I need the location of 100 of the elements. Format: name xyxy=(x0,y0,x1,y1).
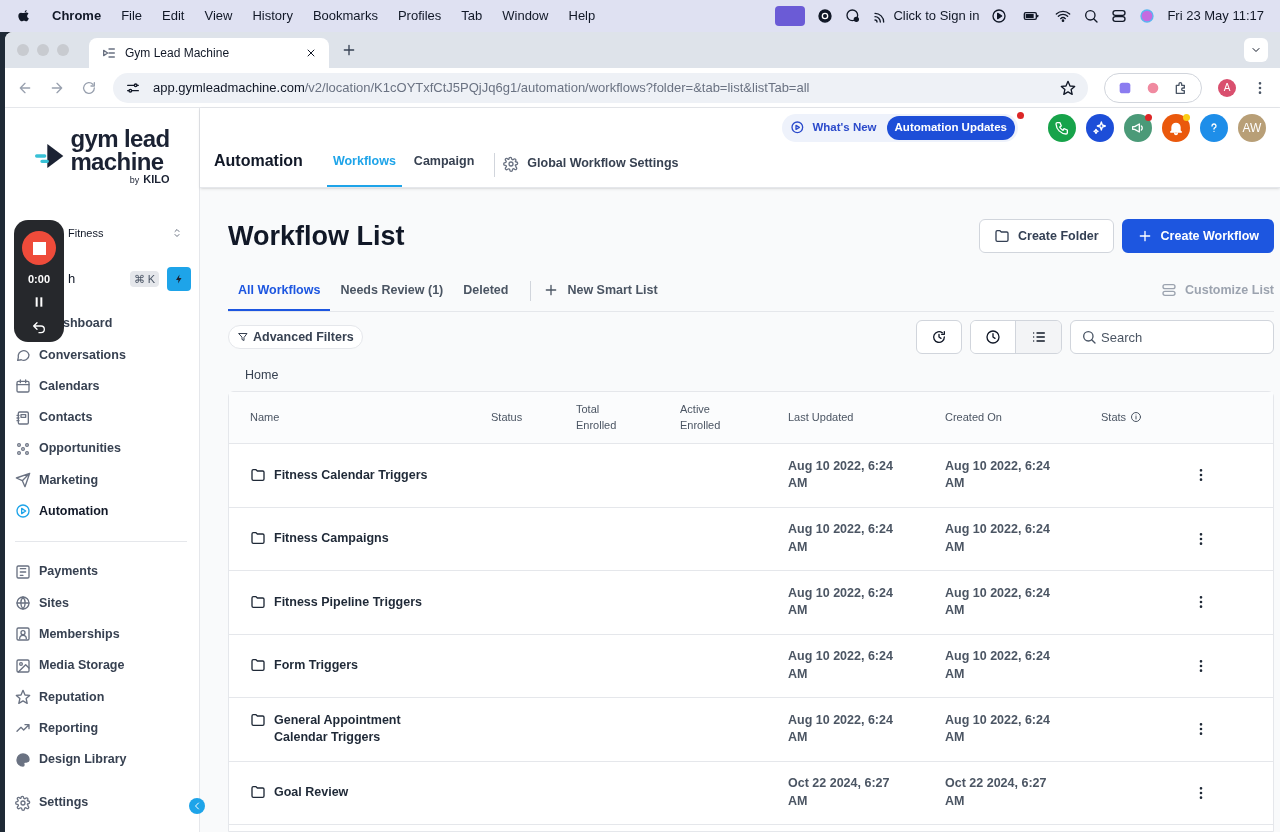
sparkle-icon xyxy=(1092,120,1108,136)
palette-icon xyxy=(15,751,31,768)
play-circle-icon xyxy=(15,503,31,520)
nav-tab[interactable]: Campaign xyxy=(407,152,481,187)
sidebar-item[interactable]: Settings xyxy=(15,787,189,819)
updates-badge[interactable]: Automation Updates xyxy=(886,116,1015,140)
search-icon xyxy=(1083,8,1100,24)
tab-title: Gym Lead Machine xyxy=(125,45,231,62)
new-tab-icon[interactable] xyxy=(341,42,357,58)
phone-button[interactable] xyxy=(1048,114,1076,142)
search-field[interactable]: Search xyxy=(1070,320,1274,355)
apple-icon xyxy=(16,8,32,24)
clock-text: Fri 23 May 11:17 xyxy=(1167,7,1264,26)
window-control-icon xyxy=(37,44,49,56)
sign-in-link[interactable]: Click to Sign in xyxy=(893,6,980,26)
folder-name-link[interactable]: Form Triggers xyxy=(274,657,359,675)
menu-item[interactable]: File xyxy=(121,6,143,26)
breadcrumb[interactable]: Home xyxy=(245,366,1252,385)
folder-icon xyxy=(250,466,266,483)
create-folder-button[interactable]: Create Folder xyxy=(979,219,1114,254)
clock-view-button[interactable] xyxy=(971,321,1016,354)
menu-item[interactable]: History xyxy=(252,6,293,26)
close-icon[interactable] xyxy=(305,47,317,59)
menu-item[interactable]: Profiles xyxy=(397,6,442,26)
sidebar-item[interactable]: shboard xyxy=(63,308,113,340)
menu-item[interactable]: View xyxy=(204,6,233,26)
folder-name-link[interactable]: General Appointment Calendar Triggers xyxy=(274,711,451,747)
search-icon xyxy=(1081,329,1097,346)
advanced-filters-button[interactable]: Advanced Filters xyxy=(228,325,363,350)
sidebar-item[interactable]: Contacts xyxy=(15,401,189,434)
create-workflow-button[interactable]: Create Workflow xyxy=(1121,219,1274,254)
list-tab[interactable]: All Workflows xyxy=(228,280,331,312)
stop-button[interactable] xyxy=(22,231,56,265)
app-name[interactable]: Chrome xyxy=(52,6,102,26)
sidebar-item[interactable]: Sites xyxy=(15,587,189,619)
table-cell-text: Aug 10 2022, 6:24 AM xyxy=(788,521,894,556)
user-card-icon xyxy=(15,626,31,643)
settings-icon xyxy=(15,794,31,811)
folder-name-link[interactable]: Fitness Pipeline Triggers xyxy=(274,593,422,611)
column-header: Created On xyxy=(945,409,1002,425)
list-tab[interactable]: Needs Review (1) xyxy=(330,280,454,312)
play-icon xyxy=(991,8,1008,24)
sidebar-item[interactable]: Opportunities xyxy=(15,433,189,465)
sidebar-item[interactable]: Calendars xyxy=(15,370,189,402)
browser-tab[interactable]: Gym Lead Machine xyxy=(89,38,329,68)
sidebar-item[interactable]: Reporting xyxy=(15,712,189,744)
menu-item[interactable]: Edit xyxy=(162,6,185,26)
recording-time: 0:00 xyxy=(28,272,50,287)
help-button[interactable] xyxy=(1200,114,1228,142)
search-text[interactable]: h xyxy=(68,269,122,289)
megaphone-button[interactable] xyxy=(1124,114,1152,142)
undo-icon[interactable] xyxy=(31,319,47,336)
quick-action-button[interactable] xyxy=(167,267,191,291)
profile-avatar[interactable]: A xyxy=(1218,78,1236,97)
location-switcher[interactable]: Fitness xyxy=(5,218,199,248)
sidebar-item[interactable]: Marketing xyxy=(15,464,189,496)
window-control-icon xyxy=(57,44,69,56)
bell-button[interactable] xyxy=(1162,114,1190,142)
column-header: Active Enrolled xyxy=(680,402,722,433)
menu-item[interactable]: Tab xyxy=(461,6,483,26)
list-tab[interactable]: Deleted xyxy=(453,280,519,312)
sidebar-item[interactable]: Payments xyxy=(15,556,189,588)
column-header: Total Enrolled xyxy=(576,402,618,433)
folder-name-link[interactable]: Fitness Campaigns xyxy=(274,530,389,548)
table-cell-text: Aug 10 2022, 6:24 AM xyxy=(945,711,1051,747)
settings-link[interactable]: Global Workflow Settings xyxy=(503,154,679,187)
settings-icon xyxy=(503,155,520,172)
menu-item[interactable]: Bookmarks xyxy=(312,6,378,26)
address-bar[interactable]: app.gymleadmachine.com/v2/location/K1cOYTxfCtJ5PQjJq6g1/automation/workflows?folder=&tab=list&listTab=all xyxy=(113,72,1088,103)
history-button[interactable] xyxy=(916,320,962,355)
sparkle-button[interactable] xyxy=(1086,114,1114,142)
address-book-icon xyxy=(15,409,31,426)
collapse-button[interactable] xyxy=(189,798,205,814)
calendar-icon xyxy=(15,378,31,395)
sidebar-item[interactable]: Media Storage xyxy=(15,649,189,682)
sidebar-item[interactable]: Memberships xyxy=(15,618,189,650)
folder-icon xyxy=(994,228,1010,245)
star-icon[interactable] xyxy=(1060,79,1076,96)
sidebar-item[interactable]: Automation xyxy=(15,495,189,528)
new-smart-list-link[interactable]: New Smart List xyxy=(543,280,658,312)
whats-new-link[interactable]: What's New xyxy=(812,119,877,137)
list-view-button[interactable] xyxy=(1016,321,1061,354)
menu-item[interactable]: Window xyxy=(502,6,549,26)
sidebar-item[interactable]: Conversations xyxy=(15,339,189,371)
search-input[interactable]: Search xyxy=(1101,321,1263,354)
folder-name-link[interactable]: Fitness Calendar Triggers xyxy=(274,466,428,484)
table-cell-text: Aug 10 2022, 6:24 AM xyxy=(788,648,894,683)
window-control-icon xyxy=(17,44,29,56)
wifi-icon xyxy=(1055,8,1072,24)
info-icon xyxy=(1130,411,1143,424)
sidebar-item[interactable]: Reputation xyxy=(15,681,189,713)
page-title: Workflow List xyxy=(228,220,405,253)
table-cell-text: Aug 10 2022, 6:24 AM xyxy=(945,648,1051,683)
sidebar-item[interactable]: Design Library xyxy=(15,743,189,776)
menu-item[interactable]: Help xyxy=(568,6,596,26)
folder-name-link[interactable]: Goal Review xyxy=(274,784,349,802)
reload-icon[interactable] xyxy=(81,79,97,96)
toggles-icon xyxy=(1161,281,1178,298)
clock-icon xyxy=(985,329,1001,346)
column-header: Status xyxy=(491,409,523,425)
